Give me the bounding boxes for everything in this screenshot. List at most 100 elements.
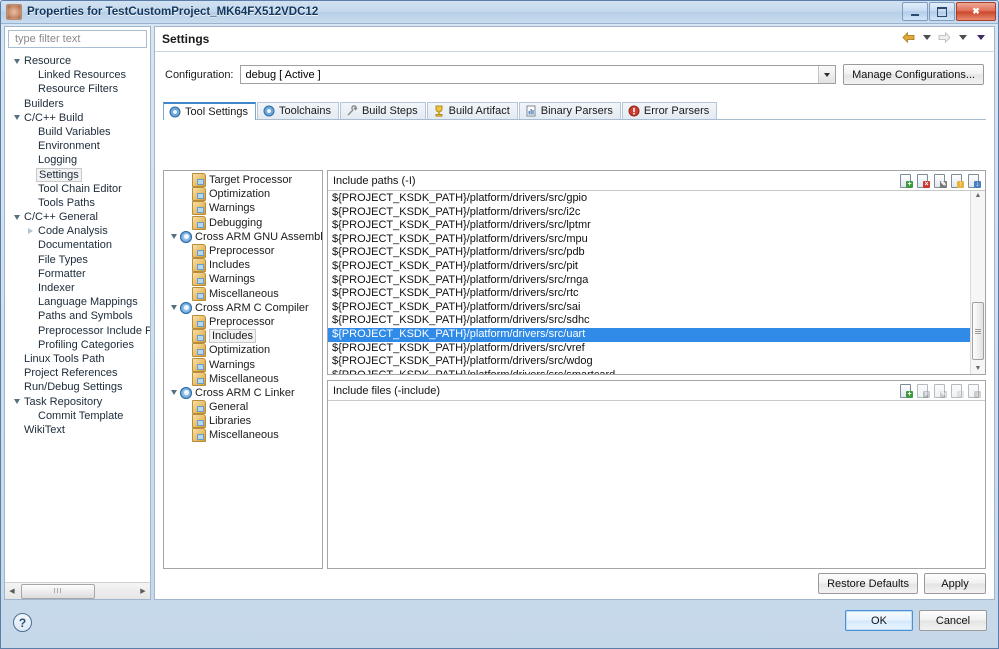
filter-input[interactable] — [13, 32, 142, 46]
tool-tree-item-includes[interactable]: Includes — [164, 258, 322, 272]
forward-menu-chevron-down-icon[interactable] — [955, 30, 970, 45]
include-files-toolbar[interactable]: +×✎↑↓ — [898, 383, 985, 398]
sidebar-item-run-debug-settings[interactable]: Run/Debug Settings — [5, 380, 150, 394]
delete-include-path-button[interactable]: × — [915, 173, 930, 188]
list-item[interactable]: ${PROJECT_KSDK_PATH}/platform/drivers/sr… — [328, 274, 970, 288]
restore-defaults-button[interactable]: Restore Defaults — [818, 573, 918, 594]
tab-build-artifact[interactable]: Build Artifact — [427, 102, 518, 119]
list-item[interactable]: ${PROJECT_KSDK_PATH}/platform/drivers/sr… — [328, 301, 970, 315]
scroll-down-icon[interactable]: ▼ — [975, 365, 982, 373]
tool-tree-item-general[interactable]: General — [164, 400, 322, 414]
sidebar-item-c-c-build[interactable]: C/C++ Build — [5, 111, 150, 125]
tool-tree-item-cross-arm-c-linker[interactable]: Cross ARM C Linker — [164, 386, 322, 400]
list-item[interactable]: ${PROJECT_KSDK_PATH}/platform/drivers/sr… — [328, 314, 970, 328]
settings-tree[interactable]: ResourceLinked ResourcesResource Filters… — [5, 52, 150, 582]
scrollbar-thumb[interactable] — [972, 302, 984, 360]
sidebar-item-tools-paths[interactable]: Tools Paths — [5, 196, 150, 210]
tool-tree-item-preprocessor[interactable]: Preprocessor — [164, 315, 322, 329]
sidebar-item-paths-and-symbols[interactable]: Paths and Symbols — [5, 309, 150, 323]
list-item[interactable]: ${PROJECT_KSDK_PATH}/platform/drivers/sr… — [328, 206, 970, 220]
sidebar-item-commit-template[interactable]: Commit Template — [5, 409, 150, 423]
sidebar-item-code-analysis[interactable]: Code Analysis — [5, 224, 150, 238]
sidebar-item-wikitext[interactable]: WikiText — [5, 423, 150, 437]
tool-tree-item-preprocessor[interactable]: Preprocessor — [164, 244, 322, 258]
tab-toolchains[interactable]: Toolchains — [257, 102, 339, 119]
sidebar-item-file-types[interactable]: File Types — [5, 253, 150, 267]
tool-tree-item-warnings[interactable]: Warnings — [164, 201, 322, 215]
tool-settings-tree[interactable]: Target ProcessorOptimizationWarningsDebu… — [163, 170, 323, 569]
tab-tool-settings[interactable]: Tool Settings — [163, 102, 256, 120]
expand-triangle-open-icon[interactable] — [11, 399, 22, 404]
expand-triangle-open-icon[interactable] — [11, 59, 22, 64]
list-item[interactable]: ${PROJECT_KSDK_PATH}/platform/drivers/sr… — [328, 246, 970, 260]
list-item[interactable]: ${PROJECT_KSDK_PATH}/platform/drivers/sr… — [328, 233, 970, 247]
list-item[interactable]: ${PROJECT_KSDK_PATH}/platform/drivers/sr… — [328, 328, 970, 342]
tool-tree-item-includes[interactable]: Includes — [164, 329, 322, 343]
list-item[interactable]: ${PROJECT_KSDK_PATH}/platform/drivers/sr… — [328, 355, 970, 369]
include-paths-list[interactable]: ${PROJECT_KSDK_PATH}/platform/drivers/sr… — [328, 191, 985, 374]
sidebar-item-linux-tools-path[interactable]: Linux Tools Path — [5, 352, 150, 366]
move-down-button[interactable]: ↓ — [966, 173, 981, 188]
tab-build-steps[interactable]: Build Steps — [340, 102, 426, 119]
expand-triangle-open-icon[interactable] — [11, 215, 22, 220]
expand-triangle-open-icon[interactable] — [168, 390, 180, 395]
expand-triangle-closed-icon[interactable] — [25, 228, 36, 234]
tab-error-parsers[interactable]: Error Parsers — [622, 102, 717, 119]
list-item[interactable]: ${PROJECT_KSDK_PATH}/platform/drivers/sr… — [328, 369, 970, 374]
sidebar-item-task-repository[interactable]: Task Repository — [5, 395, 150, 409]
help-icon[interactable]: ? — [13, 613, 32, 632]
list-item[interactable]: ${PROJECT_KSDK_PATH}/platform/drivers/sr… — [328, 287, 970, 301]
add-include-path-button[interactable]: + — [898, 173, 913, 188]
sidebar-item-profiling-categories[interactable]: Profiling Categories — [5, 338, 150, 352]
sidebar-item-linked-resources[interactable]: Linked Resources — [5, 68, 150, 82]
edit-include-path-button[interactable]: ✎ — [932, 173, 947, 188]
tool-tree-item-optimization[interactable]: Optimization — [164, 187, 322, 201]
list-item[interactable]: ${PROJECT_KSDK_PATH}/platform/drivers/sr… — [328, 260, 970, 274]
tool-tree-item-libraries[interactable]: Libraries — [164, 414, 322, 428]
expand-triangle-open-icon[interactable] — [168, 305, 180, 310]
tool-tree-item-debugging[interactable]: Debugging — [164, 216, 322, 230]
filter-box[interactable] — [8, 30, 147, 48]
expand-triangle-open-icon[interactable] — [168, 234, 180, 239]
tool-tree-item-cross-arm-gnu-assembler[interactable]: Cross ARM GNU Assembler — [164, 230, 322, 244]
include-files-list[interactable] — [328, 401, 985, 568]
sidebar-item-build-variables[interactable]: Build Variables — [5, 125, 150, 139]
tool-tree-item-warnings[interactable]: Warnings — [164, 272, 322, 286]
sidebar-item-builders[interactable]: Builders — [5, 97, 150, 111]
sidebar-item-tool-chain-editor[interactable]: Tool Chain Editor — [5, 182, 150, 196]
sidebar-horizontal-scrollbar[interactable]: ◀ III ▶ — [5, 582, 150, 599]
list-item[interactable]: ${PROJECT_KSDK_PATH}/platform/drivers/sr… — [328, 342, 970, 356]
sidebar-item-logging[interactable]: Logging — [5, 153, 150, 167]
scroll-left-icon[interactable]: ◀ — [5, 584, 19, 598]
sidebar-item-c-c-general[interactable]: C/C++ General — [5, 210, 150, 224]
sidebar-item-language-mappings[interactable]: Language Mappings — [5, 295, 150, 309]
ok-button[interactable]: OK — [845, 610, 913, 631]
sidebar-item-environment[interactable]: Environment — [5, 139, 150, 153]
close-icon[interactable]: ✖ — [956, 2, 996, 21]
tool-tree-item-miscellaneous[interactable]: Miscellaneous — [164, 287, 322, 301]
chevron-down-icon[interactable] — [818, 66, 835, 83]
sidebar-item-preprocessor-include-pa[interactable]: Preprocessor Include Pa — [5, 324, 150, 338]
tool-tree-item-miscellaneous[interactable]: Miscellaneous — [164, 372, 322, 386]
sidebar-item-resource-filters[interactable]: Resource Filters — [5, 82, 150, 96]
include-paths-toolbar[interactable]: +×✎↑↓ — [898, 173, 985, 188]
manage-configurations-button[interactable]: Manage Configurations... — [843, 64, 984, 85]
view-menu-chevron-down-icon[interactable] — [973, 30, 988, 45]
apply-button[interactable]: Apply — [924, 573, 986, 594]
sidebar-item-settings[interactable]: Settings — [5, 168, 150, 182]
configuration-select[interactable]: debug [ Active ] — [240, 65, 837, 84]
settings-tab-bar[interactable]: Tool SettingsToolchainsBuild StepsBuild … — [163, 101, 986, 120]
tool-tree-item-target-processor[interactable]: Target Processor — [164, 173, 322, 187]
expand-triangle-open-icon[interactable] — [11, 115, 22, 120]
tab-binary-parsers[interactable]: Binary Parsers — [519, 102, 621, 119]
minimize-button[interactable] — [902, 2, 928, 21]
scrollbar-thumb[interactable]: III — [21, 584, 95, 599]
back-menu-chevron-down-icon[interactable] — [919, 30, 934, 45]
include-paths-vertical-scrollbar[interactable]: ▲ ▼ — [970, 191, 985, 374]
scroll-up-icon[interactable]: ▲ — [975, 192, 982, 200]
tool-tree-item-optimization[interactable]: Optimization — [164, 343, 322, 357]
list-item[interactable]: ${PROJECT_KSDK_PATH}/platform/drivers/sr… — [328, 219, 970, 233]
move-up-button[interactable]: ↑ — [949, 173, 964, 188]
list-item[interactable]: ${PROJECT_KSDK_PATH}/platform/drivers/sr… — [328, 192, 970, 206]
sidebar-item-project-references[interactable]: Project References — [5, 366, 150, 380]
